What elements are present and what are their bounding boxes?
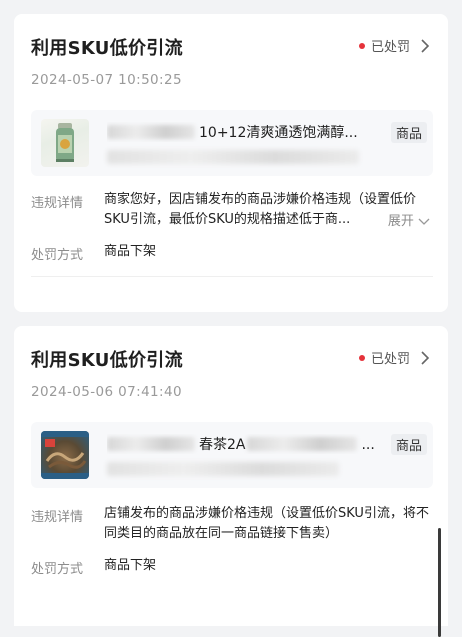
violation-detail: 商家您好，因店铺发布的商品涉嫌价格违规（设置低价SKU引流，最低价SKU的规格描… bbox=[104, 192, 417, 227]
record-date: 2024-05-06 07:41:40 bbox=[31, 384, 182, 400]
record-title: 利用SKU低价引流 bbox=[31, 38, 183, 59]
product-name[interactable]: 春茶2A... bbox=[107, 434, 389, 454]
penalty-record-card[interactable]: 利用SKU低价引流 已处罚 2024-05-06 07:41:40 春茶2A..… bbox=[14, 326, 448, 626]
product-tag: 商品 bbox=[390, 434, 427, 455]
status-dot-icon bbox=[358, 354, 365, 361]
expand-label: 展开 bbox=[387, 214, 414, 229]
product-thumbnail[interactable] bbox=[41, 431, 89, 479]
redacted-text bbox=[107, 437, 195, 451]
redacted-text bbox=[107, 150, 359, 164]
redacted-text bbox=[247, 437, 358, 451]
chevron-right-icon[interactable] bbox=[420, 350, 430, 365]
violation-label: 违规详情 bbox=[31, 510, 84, 525]
scrollbar[interactable] bbox=[438, 528, 441, 637]
product-tag: 商品 bbox=[390, 122, 427, 143]
product-info[interactable]: 10+12清爽通透饱满醇... 商品 bbox=[31, 110, 433, 176]
redacted-text bbox=[107, 125, 195, 139]
penalty-label: 处罚方式 bbox=[31, 562, 84, 577]
status-text: 已处罚 bbox=[370, 352, 410, 367]
penalty-record-card[interactable]: 利用SKU低价引流 已处罚 2024-05-07 10:50:25 10+12清… bbox=[14, 14, 448, 312]
violation-detail: 店铺发布的商品涉嫌价格违规（设置低价SKU引流，将不同类目的商品放在同一商品链接… bbox=[104, 506, 429, 541]
status-text: 已处罚 bbox=[370, 40, 410, 55]
record-date: 2024-05-07 10:50:25 bbox=[31, 72, 182, 88]
penalty-label: 处罚方式 bbox=[31, 248, 84, 263]
status-badge[interactable]: 已处罚 bbox=[358, 348, 430, 367]
penalty-value: 商品下架 bbox=[104, 244, 157, 259]
product-name-text: 春茶2A bbox=[199, 437, 246, 453]
expand-button[interactable]: 展开 bbox=[385, 210, 430, 229]
redacted-text bbox=[107, 462, 339, 476]
product-info[interactable]: 春茶2A... 商品 bbox=[31, 422, 433, 488]
divider bbox=[31, 276, 433, 277]
penalty-value: 商品下架 bbox=[104, 558, 157, 573]
product-thumbnail[interactable] bbox=[41, 119, 89, 167]
status-dot-icon bbox=[358, 42, 365, 49]
status-badge[interactable]: 已处罚 bbox=[358, 36, 430, 55]
product-name[interactable]: 10+12清爽通透饱满醇... bbox=[107, 122, 389, 142]
chevron-right-icon[interactable] bbox=[420, 38, 430, 53]
violation-label: 违规详情 bbox=[31, 196, 84, 211]
chevron-down-icon bbox=[418, 218, 430, 226]
product-name-text: 10+12清爽通透饱满醇... bbox=[199, 125, 358, 141]
record-title: 利用SKU低价引流 bbox=[31, 350, 183, 371]
product-name-ellipsis: ... bbox=[361, 437, 375, 453]
